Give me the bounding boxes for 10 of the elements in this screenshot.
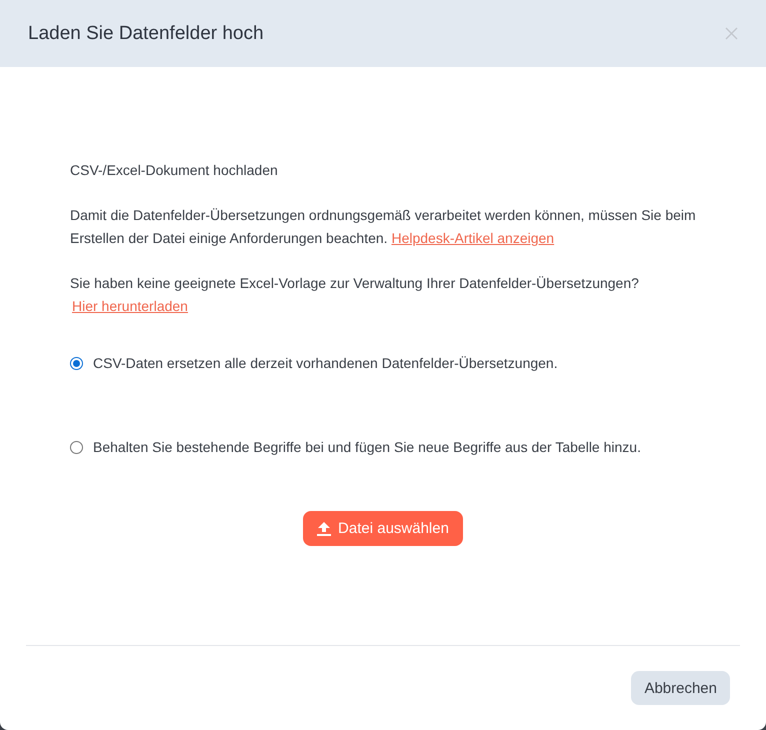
dialog-title: Laden Sie Datenfelder hoch bbox=[28, 22, 264, 44]
radio-button[interactable] bbox=[70, 441, 83, 454]
option-label[interactable]: CSV-Daten ersetzen alle derzeit vorhandenen Datenfelder-Übersetzungen. bbox=[93, 352, 558, 375]
instruction-text: Sie haben keine geeignete Excel-Vorlage zur Verwaltung Ihrer Datenfelder-Übersetzungen? Hier herunterladen bbox=[70, 272, 698, 318]
section-heading: CSV-/Excel-Dokument hochladen bbox=[70, 161, 279, 180]
cancel-button[interactable]: Abbrechen bbox=[631, 671, 730, 705]
instruction-text: Damit die Datenfelder-Übersetzungen ordnungsgemäß verarbeitet werden können, müssen Sie beim Erstellen der Datei einige Anforderungen beachten. Helpdesk-Artikel anzeigen bbox=[70, 206, 697, 248]
option-label[interactable]: Behalten Sie bestehende Begriffe bei und fügen Sie neue Begriffe aus der Tabelle hinzu. bbox=[93, 436, 641, 459]
upload-icon bbox=[317, 522, 332, 536]
radio-button[interactable] bbox=[70, 357, 83, 370]
